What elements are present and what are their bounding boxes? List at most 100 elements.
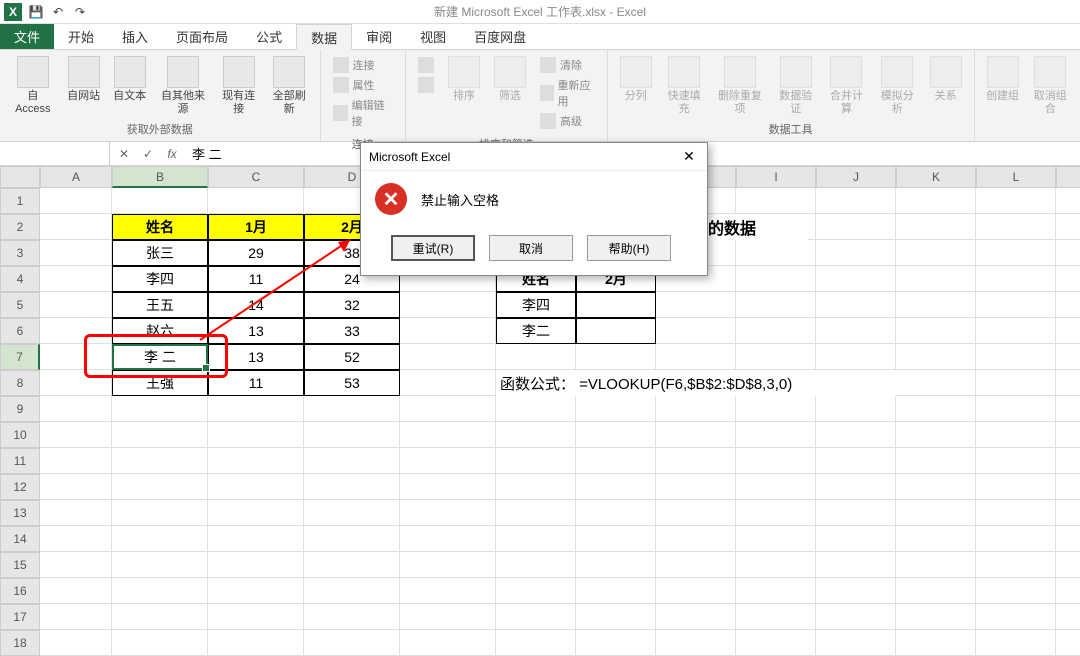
cell-B8[interactable]: 王强: [112, 370, 208, 396]
undo-icon[interactable]: ↶: [50, 4, 66, 20]
redo-icon[interactable]: ↷: [72, 4, 88, 20]
cell-bg[interactable]: [896, 604, 976, 630]
cell-bg[interactable]: [816, 266, 896, 292]
cell-D5[interactable]: 32: [304, 292, 400, 318]
cell-bg[interactable]: [40, 474, 112, 500]
cell-C2[interactable]: 1月: [208, 214, 304, 240]
cell-bg[interactable]: [976, 214, 1056, 240]
col-header-K[interactable]: K: [896, 166, 976, 188]
row-header-2[interactable]: 2: [0, 214, 40, 240]
cell-bg[interactable]: [1056, 214, 1080, 240]
cell-G6[interactable]: [576, 318, 656, 344]
cell-bg[interactable]: [896, 240, 976, 266]
cell-bg[interactable]: [656, 448, 736, 474]
cell-F6[interactable]: 李二: [496, 318, 576, 344]
cell-bg[interactable]: [896, 344, 976, 370]
cell-bg[interactable]: [40, 526, 112, 552]
cell-bg[interactable]: [400, 552, 496, 578]
cell-bg[interactable]: [40, 396, 112, 422]
row-header-5[interactable]: 5: [0, 292, 40, 318]
cell-bg[interactable]: [816, 604, 896, 630]
cell-bg[interactable]: [896, 188, 976, 214]
row-header-10[interactable]: 10: [0, 422, 40, 448]
cell-bg[interactable]: [816, 630, 896, 656]
cell-bg[interactable]: [816, 552, 896, 578]
cell-bg[interactable]: [1056, 344, 1080, 370]
cell-bg[interactable]: [576, 630, 656, 656]
cell-B5[interactable]: 王五: [112, 292, 208, 318]
name-box[interactable]: [0, 142, 110, 165]
cell-bg[interactable]: [304, 552, 400, 578]
cell-bg[interactable]: [736, 188, 816, 214]
cell-bg[interactable]: [208, 396, 304, 422]
btn-ungroup[interactable]: 取消组合: [1027, 52, 1074, 116]
cell-bg[interactable]: [736, 344, 816, 370]
cell-bg[interactable]: [112, 526, 208, 552]
cell-bg[interactable]: [576, 604, 656, 630]
cell-bg[interactable]: [208, 422, 304, 448]
cell-bg[interactable]: [304, 500, 400, 526]
cell-bg[interactable]: [400, 630, 496, 656]
cell-bg[interactable]: [112, 422, 208, 448]
btn-remove-dup[interactable]: 删除重复项: [711, 52, 770, 116]
cell-bg[interactable]: [496, 578, 576, 604]
cell-bg[interactable]: [1056, 448, 1080, 474]
cell-bg[interactable]: [304, 630, 400, 656]
cell-bg[interactable]: [656, 422, 736, 448]
cell-bg[interactable]: [40, 318, 112, 344]
btn-edit-links[interactable]: 编辑链接: [329, 96, 397, 130]
cell-bg[interactable]: [656, 344, 736, 370]
tab-insert[interactable]: 插入: [108, 24, 162, 49]
cancel-button[interactable]: 取消: [489, 235, 573, 261]
cell-bg[interactable]: [208, 630, 304, 656]
cell-bg[interactable]: [1056, 500, 1080, 526]
cell-bg[interactable]: [40, 448, 112, 474]
cell-B6[interactable]: 赵六: [112, 318, 208, 344]
cell-bg[interactable]: [736, 266, 816, 292]
cell-bg[interactable]: [1056, 292, 1080, 318]
help-button[interactable]: 帮助(H): [587, 235, 671, 261]
cell-bg[interactable]: [816, 578, 896, 604]
cell-bg[interactable]: [896, 500, 976, 526]
cell-bg[interactable]: [576, 552, 656, 578]
btn-flash-fill[interactable]: 快速填充: [660, 52, 709, 116]
cell-bg[interactable]: [976, 604, 1056, 630]
row-header-13[interactable]: 13: [0, 500, 40, 526]
cell-bg[interactable]: [40, 630, 112, 656]
cell-bg[interactable]: [576, 396, 656, 422]
cell-bg[interactable]: [816, 396, 896, 422]
cell-bg[interactable]: [496, 474, 576, 500]
cell-bg[interactable]: [976, 344, 1056, 370]
cell-bg[interactable]: [896, 292, 976, 318]
cell-bg[interactable]: [976, 552, 1056, 578]
cell-bg[interactable]: [112, 448, 208, 474]
retry-button[interactable]: 重试(R): [391, 235, 475, 261]
cell-bg[interactable]: [736, 448, 816, 474]
cell-bg[interactable]: [112, 396, 208, 422]
row-header-18[interactable]: 18: [0, 630, 40, 656]
cell-bg[interactable]: [112, 500, 208, 526]
cell-bg[interactable]: [896, 630, 976, 656]
cell-bg[interactable]: [400, 344, 496, 370]
row-header-17[interactable]: 17: [0, 604, 40, 630]
tab-home[interactable]: 开始: [54, 24, 108, 49]
cell-bg[interactable]: [896, 370, 976, 396]
cell-bg[interactable]: [40, 370, 112, 396]
row-header-14[interactable]: 14: [0, 526, 40, 552]
cell-bg[interactable]: [40, 500, 112, 526]
cell-bg[interactable]: [976, 188, 1056, 214]
cell-bg[interactable]: [576, 448, 656, 474]
cell-G5[interactable]: [576, 292, 656, 318]
btn-sort-za[interactable]: [414, 76, 438, 94]
btn-sort[interactable]: 排序: [442, 52, 486, 103]
cell-bg[interactable]: [496, 552, 576, 578]
row-header-9[interactable]: 9: [0, 396, 40, 422]
cancel-icon[interactable]: ✕: [116, 146, 132, 162]
btn-consolidate[interactable]: 合并计算: [822, 52, 871, 116]
cell-bg[interactable]: [896, 318, 976, 344]
cell-F5[interactable]: 李四: [496, 292, 576, 318]
cell-bg[interactable]: [496, 526, 576, 552]
cell-bg[interactable]: [40, 188, 112, 214]
cell-bg[interactable]: [896, 552, 976, 578]
cell-bg[interactable]: [400, 500, 496, 526]
